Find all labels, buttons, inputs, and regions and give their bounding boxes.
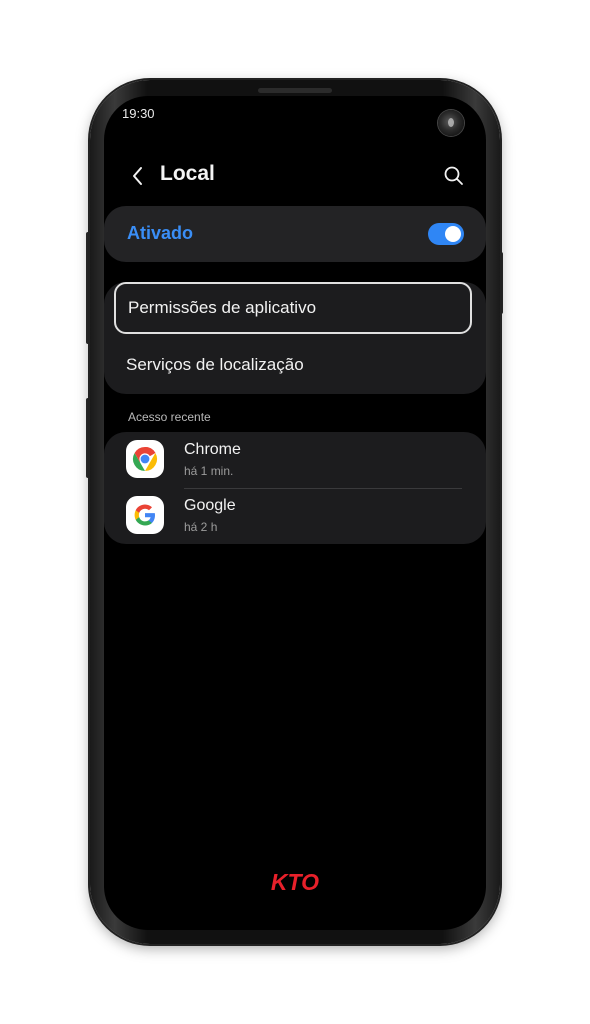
google-icon xyxy=(126,496,164,534)
location-toggle-row[interactable]: Ativado xyxy=(104,206,486,262)
phone-screen: 19:30 Local Ativado Permissões de aplica… xyxy=(104,96,486,930)
app-name: Google xyxy=(184,497,236,514)
chrome-icon xyxy=(126,440,164,478)
stage: 19:30 Local Ativado Permissões de aplica… xyxy=(0,0,590,1024)
app-last-access: há 1 min. xyxy=(184,464,234,478)
status-time: 19:30 xyxy=(122,106,155,121)
page-title: Local xyxy=(160,162,215,185)
list-item-chrome[interactable]: Chrome há 1 min. xyxy=(104,432,486,489)
phone-speaker xyxy=(258,88,332,93)
kto-logo: KTO xyxy=(253,869,337,895)
chevron-left-icon[interactable] xyxy=(128,164,148,188)
location-menu: Permissões de aplicativo Serviços de loc… xyxy=(104,282,486,394)
menu-item-label: Serviços de localização xyxy=(126,355,304,374)
app-last-access: há 2 h xyxy=(184,520,218,534)
location-toggle-label: Ativado xyxy=(127,223,194,243)
list-item-google[interactable]: Google há 2 h xyxy=(104,488,486,544)
app-name: Chrome xyxy=(184,441,241,458)
toggle-knob xyxy=(445,226,461,242)
menu-item-label: Permissões de aplicativo xyxy=(128,298,317,317)
front-camera xyxy=(438,110,464,136)
location-toggle-switch[interactable] xyxy=(428,223,464,245)
section-title-recent-access: Acesso recente xyxy=(128,410,211,424)
menu-item-location-services[interactable]: Serviços de localização xyxy=(104,340,486,396)
search-icon[interactable] xyxy=(442,164,466,188)
recent-access-list: Chrome há 1 min. Google há 2 h xyxy=(104,432,486,544)
app-header: Local xyxy=(104,156,486,196)
kto-logo-text: KTO xyxy=(271,870,319,894)
menu-item-app-permissions[interactable]: Permissões de aplicativo xyxy=(114,282,472,334)
